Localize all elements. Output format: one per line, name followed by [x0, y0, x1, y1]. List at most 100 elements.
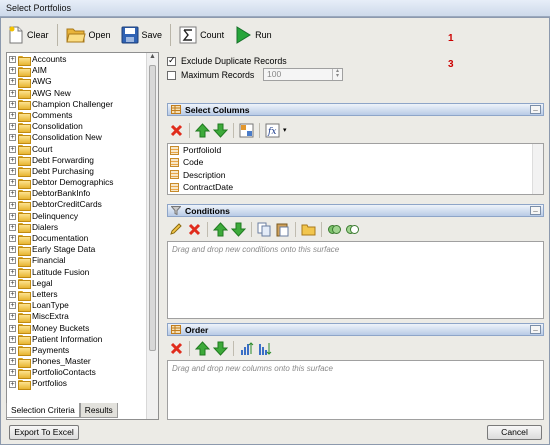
expand-icon[interactable]: +: [9, 369, 16, 377]
move-up-icon[interactable]: [195, 122, 210, 138]
expand-icon[interactable]: +: [9, 335, 16, 343]
expand-icon[interactable]: +: [9, 67, 16, 75]
expand-icon[interactable]: +: [9, 78, 16, 86]
and-operator-icon[interactable]: [327, 222, 342, 237]
tree-item[interactable]: + Phones_Master: [9, 356, 147, 368]
expand-icon[interactable]: +: [9, 134, 16, 142]
tree-item[interactable]: + AIM: [9, 65, 147, 77]
sort-ascending-icon[interactable]: [239, 341, 254, 356]
expand-icon[interactable]: +: [9, 346, 16, 354]
expand-icon[interactable]: +: [9, 112, 16, 120]
exclude-duplicates-checkbox[interactable]: [167, 55, 176, 66]
column-layout-icon[interactable]: [239, 123, 254, 138]
expand-icon[interactable]: +: [9, 167, 16, 175]
collapse-select-columns-button[interactable]: _: [530, 104, 541, 114]
expand-icon[interactable]: +: [9, 179, 16, 187]
expand-icon[interactable]: +: [9, 212, 16, 220]
expand-icon[interactable]: +: [9, 324, 16, 332]
collapse-conditions-button[interactable]: _: [530, 205, 541, 215]
move-down-icon[interactable]: [213, 123, 228, 138]
tree-item[interactable]: + Delinquency: [9, 211, 147, 223]
tree-item[interactable]: + Legal: [9, 278, 147, 290]
tree-item[interactable]: + Accounts: [9, 54, 147, 66]
conditions-surface[interactable]: Drag and drop new conditions onto this s…: [167, 241, 544, 319]
order-surface[interactable]: Drag and drop new columns onto this surf…: [167, 360, 544, 420]
tree-item[interactable]: + Portfolios: [9, 378, 147, 391]
move-up-icon[interactable]: [195, 340, 210, 356]
tree-scrollbar[interactable]: ▲: [146, 53, 158, 419]
tab-selection-criteria[interactable]: Selection Criteria: [6, 403, 80, 418]
formula-dropdown-icon[interactable]: ▾: [283, 126, 287, 134]
delete-icon[interactable]: [169, 123, 184, 138]
column-row[interactable]: PortfolioId: [168, 144, 543, 156]
expand-icon[interactable]: +: [9, 291, 16, 299]
tree-item[interactable]: + Debt Forwarding: [9, 155, 147, 167]
tree-item[interactable]: + Comments: [9, 110, 147, 122]
max-records-checkbox[interactable]: [167, 70, 176, 80]
tree-item[interactable]: + Early Stage Data: [9, 244, 147, 256]
paste-icon[interactable]: [275, 222, 290, 237]
tree-item[interactable]: + Debtor Demographics: [9, 177, 147, 189]
tree-item[interactable]: + Money Buckets: [9, 323, 147, 335]
move-down-icon[interactable]: [213, 341, 228, 356]
expand-icon[interactable]: +: [9, 201, 16, 209]
move-down-icon[interactable]: [231, 222, 246, 237]
scroll-up-icon[interactable]: ▲: [147, 53, 158, 64]
expand-icon[interactable]: +: [9, 313, 16, 321]
expand-icon[interactable]: +: [9, 100, 16, 108]
tree-item[interactable]: + LoanType: [9, 300, 147, 312]
expand-icon[interactable]: +: [9, 358, 16, 366]
move-up-icon[interactable]: [213, 221, 228, 237]
tree-item[interactable]: + MiscExtra: [9, 311, 147, 323]
column-row[interactable]: Description: [168, 169, 543, 181]
expand-icon[interactable]: +: [9, 279, 16, 287]
tree-item[interactable]: + Champion Challenger: [9, 99, 147, 111]
exclude-duplicates-option[interactable]: Exclude Duplicate Records: [167, 55, 287, 66]
expand-icon[interactable]: +: [9, 380, 16, 388]
tree-item[interactable]: + Payments: [9, 345, 147, 357]
expand-icon[interactable]: +: [9, 145, 16, 153]
tree-item[interactable]: + AWG: [9, 76, 147, 88]
expand-icon[interactable]: +: [9, 302, 16, 310]
expand-icon[interactable]: +: [9, 56, 16, 64]
tree-item[interactable]: + Documentation: [9, 233, 147, 245]
tree-item[interactable]: + DebtorCreditCards: [9, 199, 147, 212]
collapse-order-button[interactable]: _: [530, 324, 541, 334]
tree-item[interactable]: + Letters: [9, 289, 147, 301]
max-records-option[interactable]: Maximum Records: [167, 70, 254, 80]
tree-item[interactable]: + Dialers: [9, 222, 147, 234]
expand-icon[interactable]: +: [9, 190, 16, 198]
tree-item[interactable]: + Debt Purchasing: [9, 166, 147, 178]
tree-item[interactable]: + Financial: [9, 255, 147, 267]
columns-scrollbar[interactable]: [532, 144, 543, 194]
cancel-button[interactable]: Cancel: [487, 425, 542, 440]
tree-item[interactable]: + Latitude Fusion: [9, 267, 147, 279]
column-row[interactable]: ContractDate: [168, 181, 543, 193]
expand-icon[interactable]: +: [9, 268, 16, 276]
expand-icon[interactable]: +: [9, 257, 16, 265]
scroll-thumb[interactable]: [149, 65, 156, 351]
expand-icon[interactable]: +: [9, 156, 16, 164]
expand-icon[interactable]: +: [9, 89, 16, 97]
delete-icon[interactable]: [169, 341, 184, 356]
selected-columns-list[interactable]: PortfolioId Code Description ContractDate: [167, 143, 544, 195]
expand-icon[interactable]: +: [9, 246, 16, 254]
or-operator-icon[interactable]: [345, 222, 360, 237]
tab-results[interactable]: Results: [79, 403, 118, 418]
folder-icon[interactable]: [301, 222, 316, 237]
export-to-excel-button[interactable]: Export To Excel: [9, 425, 79, 440]
max-records-input[interactable]: 100 ▴ ▾: [263, 68, 343, 81]
tree-item[interactable]: + DebtorBankInfo: [9, 188, 147, 200]
expand-icon[interactable]: +: [9, 235, 16, 243]
open-button[interactable]: Open: [62, 22, 115, 48]
column-row[interactable]: Code: [168, 156, 543, 168]
tree-item[interactable]: + Patient Information: [9, 334, 147, 346]
max-records-spinner[interactable]: ▴ ▾: [332, 68, 342, 80]
run-button[interactable]: Run: [230, 22, 276, 48]
tree-item[interactable]: + Court: [9, 144, 147, 156]
edit-pencil-icon[interactable]: [169, 222, 184, 237]
count-button[interactable]: Count: [175, 22, 228, 48]
tree-item[interactable]: + Consolidation New: [9, 132, 147, 144]
tree-item[interactable]: + Consolidation: [9, 121, 147, 133]
expand-icon[interactable]: +: [9, 223, 16, 231]
